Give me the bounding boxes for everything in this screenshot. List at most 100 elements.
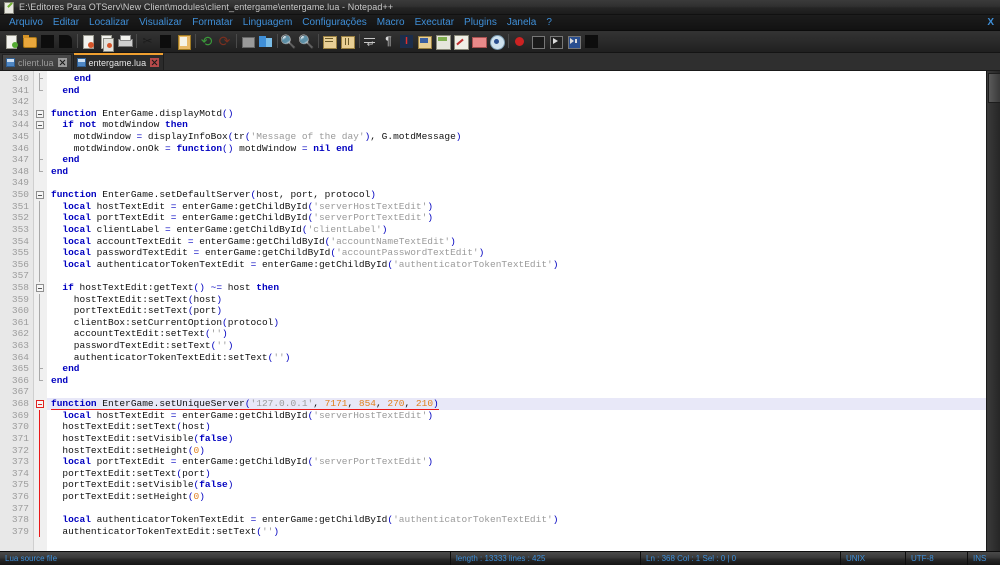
fold-collapse-icon[interactable] [36,109,44,118]
code-line[interactable]: local clientLabel = enterGame:getChildBy… [47,224,1000,236]
fold-marker[interactable] [34,479,47,491]
fold-marker[interactable] [34,131,47,143]
fold-marker[interactable] [34,235,47,248]
fold-marker[interactable] [34,282,47,294]
function-list-icon[interactable] [452,33,469,50]
find-icon[interactable] [239,33,256,50]
code-line[interactable]: if not motdWindow then [47,119,1000,131]
fold-marker[interactable] [34,247,47,259]
code-line[interactable]: portTextEdit:setVisible(false) [47,479,1000,491]
save-icon[interactable] [39,33,56,50]
fold-marker[interactable] [34,421,47,433]
code-line[interactable]: local portTextEdit = enterGame:getChildB… [47,456,1000,468]
code-line[interactable]: function EnterGame.setDefaultServer(host… [47,189,1000,201]
fold-marker[interactable] [34,525,47,538]
fold-marker[interactable] [34,502,47,515]
sync-horizontal-scroll-icon[interactable] [339,33,356,50]
fold-marker[interactable] [34,386,47,398]
fold-collapse-icon[interactable] [36,121,44,130]
cut-icon[interactable]: ✂ [139,33,156,50]
menu-item-arquivo[interactable]: Arquivo [4,15,48,30]
fold-marker[interactable] [34,154,47,166]
code-line[interactable]: end [47,166,1000,178]
fold-marker[interactable] [34,258,47,271]
code-line[interactable]: motdWindow = displayInfoBox(tr('Message … [47,131,1000,143]
code-line[interactable] [47,96,1000,108]
code-line[interactable]: hostTextEdit:setText(host) [47,421,1000,433]
fold-marker[interactable] [34,270,47,282]
fold-marker[interactable] [34,340,47,352]
menu-item-visualizar[interactable]: Visualizar [134,15,187,30]
fold-marker[interactable] [34,108,47,120]
macro-playback-multiple-icon[interactable] [565,33,582,50]
scrollbar-thumb[interactable] [988,73,1000,103]
code-line[interactable]: local authenticatorTokenTextEdit = enter… [47,514,1000,526]
zoom-out-icon[interactable]: 🔍 [298,33,315,50]
monitoring-icon[interactable] [488,33,505,50]
fold-marker[interactable] [34,490,47,503]
vertical-scrollbar[interactable] [986,71,1000,551]
fold-marker[interactable] [34,212,47,224]
fold-marker[interactable] [34,409,47,422]
user-defined-language-icon[interactable] [416,33,433,50]
show-all-characters-icon[interactable]: ¶ [380,33,397,50]
code-line[interactable]: hostTextEdit:setText(host) [47,294,1000,306]
tab-entergame-lua[interactable]: entergame.lua [72,53,165,70]
fold-collapse-icon[interactable] [36,191,44,200]
code-line[interactable]: local passwordTextEdit = enterGame:getCh… [47,247,1000,259]
sync-vertical-scroll-icon[interactable] [321,33,338,50]
paste-icon[interactable] [175,33,192,50]
menu-item-editar[interactable]: Editar [48,15,84,30]
fold-marker[interactable] [34,351,47,364]
open-file-icon[interactable] [21,33,38,50]
fold-marker[interactable] [34,514,47,526]
menu-item-executar[interactable]: Executar [410,15,459,30]
close-icon-red[interactable] [150,58,160,67]
code-line[interactable]: authenticatorTokenTextEdit:setText('') [47,352,1000,364]
close-all-files-icon[interactable] [98,33,115,52]
indent-guide-icon[interactable]: I [398,33,415,50]
code-line[interactable]: local hostTextEdit = enterGame:getChildB… [47,410,1000,422]
fold-marker[interactable] [34,456,47,468]
undo-icon[interactable]: ⟲ [198,33,215,50]
fold-marker[interactable] [34,165,47,178]
code-line[interactable]: local portTextEdit = enterGame:getChildB… [47,212,1000,224]
code-line[interactable]: local accountTextEdit = enterGame:getChi… [47,236,1000,248]
fold-marker[interactable] [34,363,47,375]
close-icon[interactable] [57,58,67,67]
menu-item-janela[interactable]: Janela [502,15,541,30]
code-line[interactable]: motdWindow.onOk = function() motdWindow … [47,143,1000,155]
fold-marker[interactable] [34,189,47,201]
close-file-icon[interactable] [80,33,97,50]
code-line[interactable]: if hostTextEdit:getText() ~= host then [47,282,1000,294]
code-line[interactable]: local authenticatorTokenTextEdit = enter… [47,259,1000,271]
copy-icon[interactable] [157,33,174,50]
code-line[interactable] [47,503,1000,515]
menu-item-plugins[interactable]: Plugins [459,15,502,30]
save-all-icon[interactable] [57,33,74,50]
fold-margin[interactable] [34,71,47,551]
fold-marker[interactable] [34,444,47,457]
replace-icon[interactable] [257,33,274,50]
fold-marker[interactable] [34,96,47,108]
fold-marker[interactable] [34,293,47,306]
code-line[interactable]: portTextEdit:setText(port) [47,305,1000,317]
code-line[interactable] [47,177,1000,189]
macro-save-icon[interactable] [583,33,600,50]
code-line[interactable]: end [47,363,1000,375]
menu-item-localizar[interactable]: Localizar [84,15,134,30]
fold-marker[interactable] [34,432,47,445]
fold-marker[interactable] [34,398,47,410]
editor-area[interactable]: 340 341 342 343 344 345 346 347 348 349 350 351 352 3… [0,71,1000,551]
code-line[interactable]: portTextEdit:setText(port) [47,468,1000,480]
folder-as-workspace-icon[interactable] [470,33,487,50]
code-line[interactable]: end [47,375,1000,387]
code-line[interactable]: authenticatorTokenTextEdit:setText('') [47,526,1000,538]
fold-marker[interactable] [34,119,47,131]
fold-marker[interactable] [34,73,47,85]
code-line[interactable] [47,386,1000,398]
code-line[interactable]: end [47,73,1000,85]
macro-stop-icon[interactable] [529,33,546,50]
word-wrap-icon[interactable]: ↵ [362,33,379,50]
macro-play-icon[interactable] [547,33,564,50]
